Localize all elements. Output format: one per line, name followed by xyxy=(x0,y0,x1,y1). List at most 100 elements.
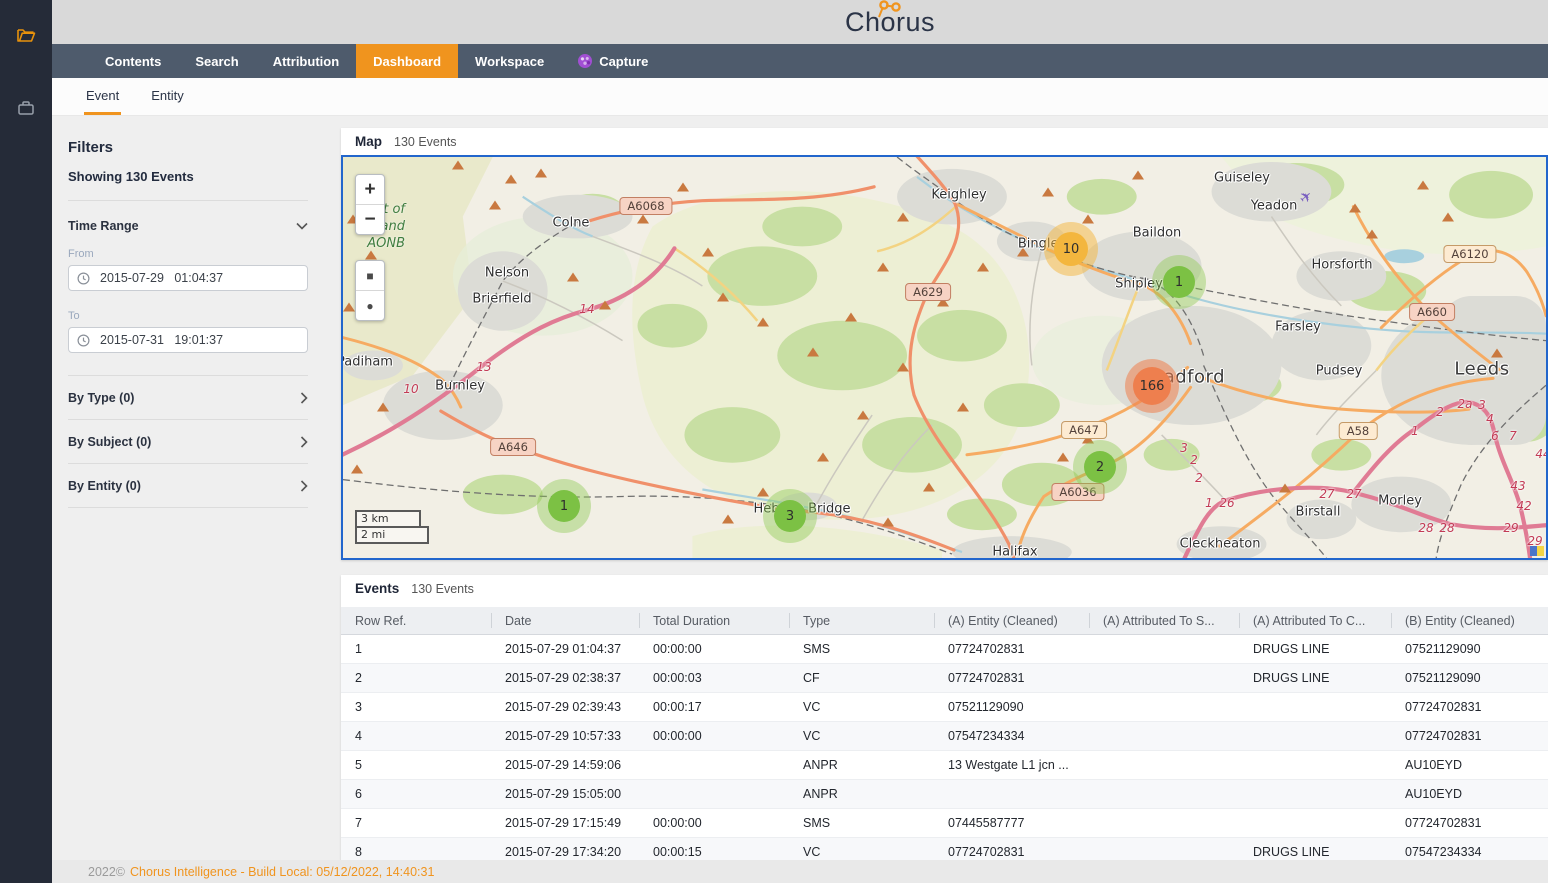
junction-number: 2 xyxy=(1190,453,1198,467)
junction-number: 1 xyxy=(1205,496,1213,510)
column-header-8[interactable]: (B) Entity (Cleaned) xyxy=(1391,607,1548,634)
map-town-label: Halifax xyxy=(992,545,1037,560)
to-datetime-field[interactable] xyxy=(68,327,308,353)
table-row[interactable]: 12015-07-29 01:04:3700:00:00SMS077247028… xyxy=(341,635,1548,664)
column-header-6[interactable]: (A) Attributed To S... xyxy=(1089,607,1239,634)
event-cluster[interactable]: 2 xyxy=(1073,440,1127,494)
nav-item-capture[interactable]: Capture xyxy=(561,44,665,78)
chorus-logo: Chorus xyxy=(845,7,935,38)
table-cell: VC xyxy=(789,693,934,721)
peak-icon xyxy=(637,215,649,224)
column-header-4[interactable]: Type xyxy=(789,607,934,634)
map-town-label: Nelson xyxy=(485,266,529,281)
table-cell: 2 xyxy=(341,664,491,692)
nav-item-dashboard[interactable]: Dashboard xyxy=(356,44,458,78)
column-header-2[interactable]: Date xyxy=(491,607,639,634)
table-cell: 07724702831 xyxy=(934,635,1089,663)
map-card: Map 130 Events xyxy=(341,128,1548,560)
filter-group-by-subject[interactable]: By Subject (0) xyxy=(68,420,308,464)
road-badge: A660 xyxy=(1409,303,1455,321)
table-cell: 07521129090 xyxy=(1391,635,1548,663)
zoom-in-button[interactable]: + xyxy=(356,175,384,204)
event-cluster[interactable]: 10 xyxy=(1044,222,1098,276)
column-header-5[interactable]: (A) Entity (Cleaned) xyxy=(934,607,1089,634)
peak-icon xyxy=(505,175,517,184)
map-town-label: Keighley xyxy=(931,188,986,203)
footer-year: 2022© xyxy=(88,865,125,879)
peak-icon xyxy=(897,213,909,222)
chevron-down-icon xyxy=(296,222,308,230)
road-badge: A629 xyxy=(905,283,951,301)
map-attribution-logo xyxy=(1530,546,1544,556)
table-cell: 07724702831 xyxy=(1391,722,1548,750)
map-event-count: 130 Events xyxy=(394,135,457,149)
to-datetime-input[interactable] xyxy=(98,332,299,348)
column-header-7[interactable]: (A) Attributed To C... xyxy=(1239,607,1391,634)
peak-icon xyxy=(377,403,389,412)
junction-number: 2 xyxy=(1436,405,1444,419)
nav-item-search[interactable]: Search xyxy=(178,44,255,78)
column-header-1[interactable]: Row Ref. xyxy=(341,607,491,634)
filter-group-by-type[interactable]: By Type (0) xyxy=(68,376,308,420)
table-cell xyxy=(1089,809,1239,837)
peak-icon xyxy=(845,313,857,322)
table-cell: AU10EYD xyxy=(1391,751,1548,779)
logo-network-icon xyxy=(872,0,906,19)
filter-group-by-entity[interactable]: By Entity (0) xyxy=(68,464,308,508)
nav-item-workspace[interactable]: Workspace xyxy=(458,44,561,78)
table-row[interactable]: 52015-07-29 14:59:06ANPR13 Westgate L1 j… xyxy=(341,751,1548,780)
column-header-3[interactable]: Total Duration xyxy=(639,607,789,634)
from-datetime-input[interactable] xyxy=(98,270,299,286)
table-row[interactable]: 82015-07-29 17:34:2000:00:15VC0772470283… xyxy=(341,838,1548,860)
table-row[interactable]: 72015-07-29 17:15:4900:00:00SMS074455877… xyxy=(341,809,1548,838)
junction-number: 29 xyxy=(1503,521,1518,535)
scale-km: 3 km xyxy=(355,510,421,526)
filters-showing-count: Showing 130 Events xyxy=(68,169,308,184)
road-badge: A58 xyxy=(1339,422,1378,440)
junction-number: 3 xyxy=(1180,441,1188,455)
nav-item-attribution[interactable]: Attribution xyxy=(256,44,356,78)
table-cell: 2015-07-29 02:38:37 xyxy=(491,664,639,692)
map-title: Map xyxy=(355,134,382,149)
table-cell: 00:00:00 xyxy=(639,809,789,837)
table-cell: 2015-07-29 17:15:49 xyxy=(491,809,639,837)
table-cell: 07724702831 xyxy=(1391,809,1548,837)
footer-build-info[interactable]: Chorus Intelligence - Build Local: 05/12… xyxy=(130,865,434,879)
table-cell xyxy=(1089,722,1239,750)
event-cluster[interactable]: 1 xyxy=(1152,255,1206,309)
table-cell: 7 xyxy=(341,809,491,837)
table-row[interactable]: 32015-07-29 02:39:4300:00:17VC0752112909… xyxy=(341,693,1548,722)
table-cell: DRUGS LINE xyxy=(1239,838,1391,860)
draw-rectangle-button[interactable]: ■ xyxy=(356,261,384,290)
draw-circle-button[interactable]: ● xyxy=(356,290,384,320)
events-card-header: Events 130 Events xyxy=(341,575,1548,602)
map-town-label: Pudsey xyxy=(1316,364,1363,379)
table-row[interactable]: 62015-07-29 15:05:00ANPRAU10EYD xyxy=(341,780,1548,809)
tab-event[interactable]: Event xyxy=(84,78,121,115)
peak-icon xyxy=(452,161,464,170)
event-cluster[interactable]: 1 xyxy=(537,479,591,533)
from-datetime-field[interactable] xyxy=(68,265,308,291)
table-cell: 13 Westgate L1 jcn ... xyxy=(934,751,1089,779)
table-cell: ANPR xyxy=(789,780,934,808)
table-cell: AU10EYD xyxy=(1391,780,1548,808)
table-cell: 07547234334 xyxy=(1391,838,1548,860)
map-town-label: Guiseley xyxy=(1214,171,1270,186)
nav-item-label: Workspace xyxy=(475,54,544,69)
table-cell: 2015-07-29 17:34:20 xyxy=(491,838,639,860)
event-cluster[interactable]: 3 xyxy=(763,489,817,543)
case-button[interactable] xyxy=(0,88,52,128)
tab-entity[interactable]: Entity xyxy=(149,78,186,115)
time-range-header[interactable]: Time Range xyxy=(68,219,308,233)
table-row[interactable]: 42015-07-29 10:57:3300:00:00VC0754723433… xyxy=(341,722,1548,751)
table-cell: 07521129090 xyxy=(1391,664,1548,692)
zoom-out-button[interactable]: − xyxy=(356,204,384,234)
nav-item-contents[interactable]: Contents xyxy=(88,44,178,78)
open-folder-button[interactable] xyxy=(0,15,52,55)
table-row[interactable]: 22015-07-29 02:38:3700:00:03CF0772470283… xyxy=(341,664,1548,693)
table-cell xyxy=(1239,722,1391,750)
map-zoom-control: + − xyxy=(355,174,385,235)
event-cluster[interactable]: 166 xyxy=(1125,359,1179,413)
map[interactable]: st oflandAONBKeighleyColneNelsonBrierfie… xyxy=(341,155,1548,560)
peak-icon xyxy=(817,453,829,462)
